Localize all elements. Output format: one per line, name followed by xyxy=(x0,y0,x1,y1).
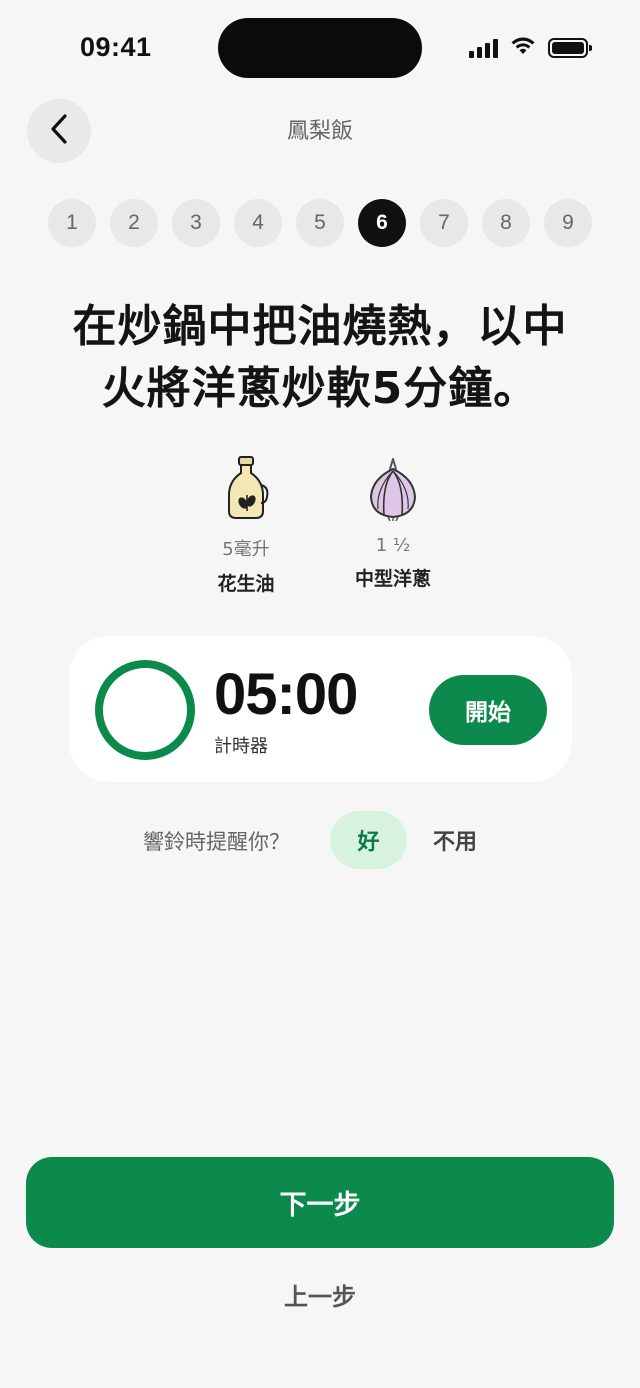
status-time: 09:41 xyxy=(80,32,152,62)
step-pill-8[interactable]: 8 xyxy=(482,199,530,247)
reminder-question: 響鈴時提醒你？ xyxy=(143,830,290,854)
step-pill-3[interactable]: 3 xyxy=(172,199,220,247)
oil-bottle-icon xyxy=(166,455,326,525)
battery-icon xyxy=(548,38,592,58)
timer-progress-ring xyxy=(95,660,195,760)
signal-icon xyxy=(469,38,498,58)
onion-icon xyxy=(313,455,473,525)
step-pill-9[interactable]: 9 xyxy=(544,199,592,247)
step-selector: 1 2 3 4 5 6 7 8 9 xyxy=(48,199,592,247)
reminder-yes-button[interactable]: 好 xyxy=(330,811,407,869)
page-title: 鳳梨飯 xyxy=(286,119,353,144)
reminder-row: 響鈴時提醒你？ 好 不用 xyxy=(0,811,640,869)
step-pill-7[interactable]: 7 xyxy=(420,199,468,247)
dynamic-island xyxy=(218,18,422,78)
timer-value: 05:00 xyxy=(214,662,358,727)
timer-label: 計時器 xyxy=(214,736,268,757)
ingredient-amount: 5毫升 xyxy=(222,539,270,560)
step-pill-4[interactable]: 4 xyxy=(234,199,282,247)
start-timer-button[interactable]: 開始 xyxy=(429,675,547,745)
ingredient-amount: 1 ½ xyxy=(375,535,411,556)
ingredient-item: 5毫升 花生油 xyxy=(166,455,326,596)
status-icons xyxy=(469,36,592,60)
ingredient-name: 中型洋蔥 xyxy=(354,568,431,590)
step-pill-2[interactable]: 2 xyxy=(110,199,158,247)
timer-card: 05:00 計時器 開始 xyxy=(69,636,572,782)
reminder-no-button[interactable]: 不用 xyxy=(421,811,489,869)
next-step-button[interactable]: 下一步 xyxy=(26,1157,614,1248)
instruction-line-1: 在炒鍋中把油燒熱，以中 xyxy=(72,301,568,352)
step-instruction: 在炒鍋中把油燒熱，以中 火將洋蔥炒軟5分鐘。 xyxy=(30,296,610,420)
wifi-icon xyxy=(510,36,536,60)
status-bar: 09:41 xyxy=(0,0,640,90)
instruction-line-2: 火將洋蔥炒軟5分鐘。 xyxy=(101,363,539,414)
ingredient-name: 花生油 xyxy=(217,573,275,595)
ingredient-item: 1 ½ 中型洋蔥 xyxy=(313,455,473,591)
step-pill-6-current[interactable]: 6 xyxy=(358,199,406,247)
previous-step-button[interactable]: 上一步 xyxy=(250,1272,390,1316)
step-pill-1[interactable]: 1 xyxy=(48,199,96,247)
step-pill-5[interactable]: 5 xyxy=(296,199,344,247)
